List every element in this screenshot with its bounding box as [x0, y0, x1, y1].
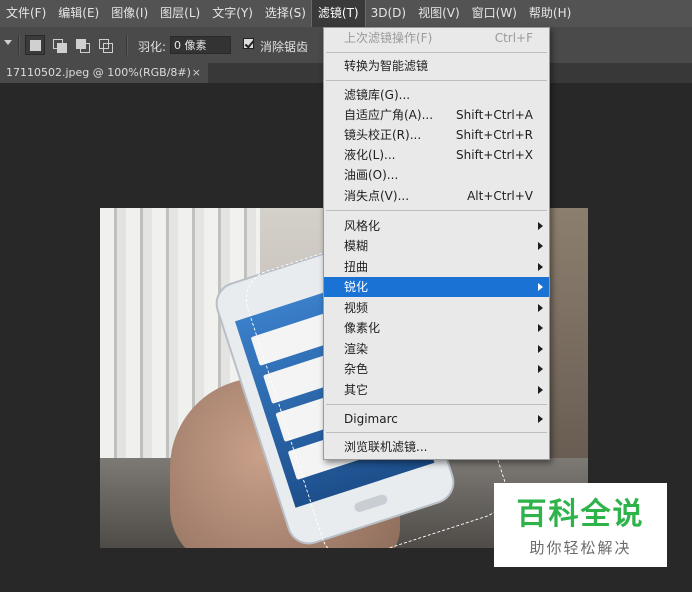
add-to-selection-button[interactable]: [49, 35, 69, 55]
menu-item-filter-gallery[interactable]: 滤镜库(G)...: [324, 85, 549, 105]
document-tab-title: 17110502.jpeg @ 100%(RGB/8#): [6, 66, 191, 79]
submenu-arrow-icon: [538, 324, 543, 332]
menu-item-vanishing-point[interactable]: 消失点(V)... Alt+Ctrl+V: [324, 186, 549, 206]
close-tab-icon[interactable]: ×: [192, 63, 201, 83]
menu-help[interactable]: 帮助(H): [523, 0, 577, 27]
intersect-selection-button[interactable]: [95, 35, 115, 55]
menu-divider: [326, 52, 547, 53]
menu-item-distort[interactable]: 扭曲: [324, 257, 549, 277]
menu-item-lens-correction[interactable]: 镜头校正(R)... Shift+Ctrl+R: [324, 125, 549, 145]
filter-menu: 上次滤镜操作(F) Ctrl+F 转换为智能滤镜 滤镜库(G)... 自适应广角…: [323, 27, 550, 460]
divider: [18, 35, 20, 55]
menu-item-convert-smart-filter[interactable]: 转换为智能滤镜: [324, 56, 549, 76]
watermark-logo: 百科全说 助你轻松解决: [494, 483, 667, 567]
menu-divider: [326, 432, 547, 433]
menu-item-browse-online-filters[interactable]: 浏览联机滤镜...: [324, 437, 549, 457]
feather-input[interactable]: 0 像素: [170, 36, 231, 54]
menu-item-render[interactable]: 渲染: [324, 339, 549, 359]
menu-item-pixelate[interactable]: 像素化: [324, 318, 549, 338]
submenu-arrow-icon: [538, 365, 543, 373]
submenu-arrow-icon: [538, 304, 543, 312]
watermark-subtitle: 助你轻松解决: [529, 539, 632, 557]
watermark-title: 百科全说: [516, 497, 645, 532]
menu-item-blur[interactable]: 模糊: [324, 236, 549, 256]
menu-file[interactable]: 文件(F): [0, 0, 52, 27]
menu-item-video[interactable]: 视频: [324, 298, 549, 318]
new-selection-icon: [30, 40, 41, 51]
divider: [126, 35, 128, 55]
menu-item-last-filter: 上次滤镜操作(F) Ctrl+F: [344, 31, 533, 45]
tool-preset-dropdown-icon[interactable]: [4, 40, 12, 45]
submenu-arrow-icon: [538, 242, 543, 250]
submenu-arrow-icon: [538, 386, 543, 394]
menu-window[interactable]: 窗口(W): [466, 0, 523, 27]
submenu-arrow-icon: [538, 263, 543, 271]
menu-divider: [326, 404, 547, 405]
menu-item-adaptive-wide-angle[interactable]: 自适应广角(A)... Shift+Ctrl+A: [324, 105, 549, 125]
submenu-arrow-icon: [538, 415, 543, 423]
menu-divider: [326, 210, 547, 211]
new-selection-button[interactable]: [25, 35, 45, 55]
menu-item-liquify[interactable]: 液化(L)... Shift+Ctrl+X: [324, 145, 549, 165]
antialias-label: 消除锯齿: [260, 40, 309, 54]
menu-item-stylize[interactable]: 风格化: [324, 216, 549, 236]
menu-3d[interactable]: 3D(D): [365, 0, 412, 27]
menu-layer[interactable]: 图层(L): [154, 0, 206, 27]
menu-image[interactable]: 图像(I): [105, 0, 154, 27]
menu-bar: 文件(F) 编辑(E) 图像(I) 图层(L) 文字(Y) 选择(S) 滤镜(T…: [0, 0, 692, 28]
antialias-checkbox[interactable]: [243, 38, 254, 49]
menu-type[interactable]: 文字(Y): [206, 0, 259, 27]
menu-filter[interactable]: 滤镜(T): [310, 0, 366, 28]
submenu-arrow-icon: [538, 345, 543, 353]
menu-item-sharpen[interactable]: 锐化: [324, 277, 549, 297]
menu-item-noise[interactable]: 杂色: [324, 359, 549, 379]
menu-edit[interactable]: 编辑(E): [52, 0, 105, 27]
submenu-arrow-icon: [538, 283, 543, 291]
menu-item-digimarc[interactable]: Digimarc: [324, 409, 549, 429]
menu-divider: [326, 80, 547, 81]
feather-label: 羽化:: [138, 40, 167, 54]
menu-select[interactable]: 选择(S): [259, 0, 312, 27]
submenu-arrow-icon: [538, 222, 543, 230]
menu-item-oil-paint[interactable]: 油画(O)...: [324, 165, 549, 185]
menu-view[interactable]: 视图(V): [412, 0, 466, 27]
document-tab[interactable]: 17110502.jpeg @ 100%(RGB/8#) ×: [0, 63, 208, 83]
subtract-from-selection-button[interactable]: [72, 35, 92, 55]
menu-item-other[interactable]: 其它: [324, 380, 549, 400]
